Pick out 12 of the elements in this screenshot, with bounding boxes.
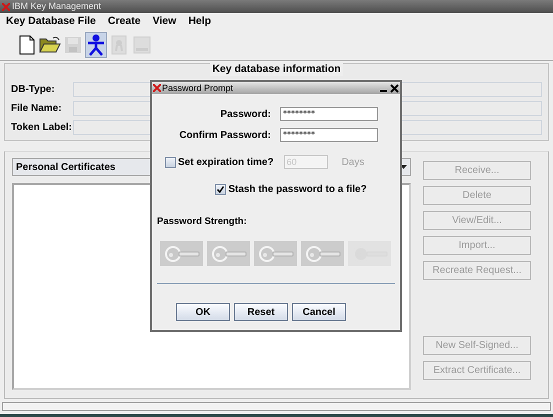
field-label: Password: [219, 108, 271, 122]
strength-label: Password Strength: [157, 215, 248, 229]
field-label: Token Label: [11, 120, 73, 134]
field-label: DB-Type: [11, 82, 56, 96]
dialog-title: Password Prompt [162, 84, 234, 92]
panel-title: Key database information [210, 63, 343, 76]
days-label: Days [342, 156, 364, 170]
field-label: Confirm Password: [178, 128, 271, 142]
field-label: File Name: [11, 102, 63, 116]
checkbox-label: Set expiration time? [178, 156, 274, 170]
checkbox-label: Stash the password to a file? [228, 182, 367, 196]
window-title: IBM Key Management [12, 2, 102, 11]
